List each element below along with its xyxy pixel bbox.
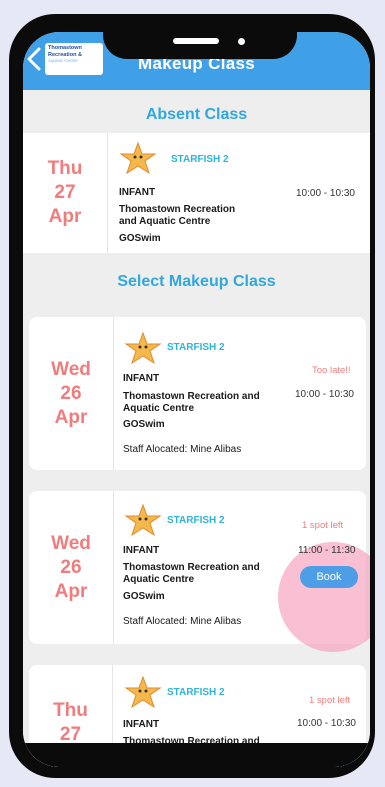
content-area: Absent Class Thu 27 Apr STARFISH 2 INFAN… bbox=[23, 90, 370, 767]
starfish-icon bbox=[124, 331, 162, 365]
makeup-provider: GOSwim bbox=[123, 591, 165, 602]
makeup-venue-line1: Thomastown Recreation and bbox=[123, 391, 260, 402]
absent-level: STARFISH 2 bbox=[171, 154, 229, 165]
makeup-staff: Staff Alocated: Mine Alibas bbox=[123, 616, 242, 627]
absent-time: 10:00 - 10:30 bbox=[296, 188, 355, 199]
absent-month: Apr bbox=[48, 206, 82, 227]
makeup-type: INFANT bbox=[123, 545, 160, 556]
absent-venue-line2: and Aquatic Centre bbox=[119, 216, 211, 227]
absent-provider: GOSwim bbox=[119, 233, 161, 244]
phone-notch bbox=[103, 14, 297, 59]
makeup-day: Wed bbox=[51, 532, 91, 554]
absent-date-number: 27 bbox=[54, 182, 76, 203]
makeup-provider: GOSwim bbox=[123, 419, 165, 430]
logo-line1: Thomastown bbox=[48, 45, 82, 51]
makeup-staff: Staff Alocated: Mine Alibas bbox=[123, 444, 242, 455]
starfish-icon bbox=[119, 141, 157, 175]
absent-class-card: Thu 27 Apr STARFISH 2 INFANT Thomastown … bbox=[23, 133, 370, 253]
makeup-class-heading: Select Makeup Class bbox=[117, 273, 276, 290]
makeup-date-number: 26 bbox=[60, 382, 82, 404]
makeup-month: Apr bbox=[54, 580, 88, 602]
speaker-icon bbox=[173, 38, 219, 44]
makeup-date: Wed 26 Apr bbox=[29, 491, 114, 644]
phone-frame-bottom bbox=[23, 743, 370, 767]
absent-day: Thu bbox=[47, 158, 83, 179]
makeup-level: STARFISH 2 bbox=[167, 342, 225, 353]
absent-venue-line1: Thomastown Recreation bbox=[119, 204, 236, 215]
makeup-status: Too late!! bbox=[312, 365, 351, 376]
makeup-day: Wed bbox=[51, 358, 91, 380]
makeup-type: INFANT bbox=[123, 373, 160, 384]
makeup-venue-line2: Aquatic Centre bbox=[123, 403, 195, 414]
makeup-status: 1 spot left bbox=[309, 695, 351, 706]
camera-icon bbox=[238, 38, 245, 45]
makeup-month: Apr bbox=[54, 406, 88, 428]
absent-date: Thu 27 Apr bbox=[23, 133, 108, 253]
makeup-type: INFANT bbox=[123, 719, 160, 730]
starfish-icon bbox=[124, 503, 162, 537]
app-screen: Thomastown Recreation & Aquatic Centre M… bbox=[23, 32, 370, 767]
makeup-venue-line1: Thomastown Recreation and bbox=[123, 562, 260, 573]
makeup-date: Wed 26 Apr bbox=[29, 317, 114, 470]
makeup-level: STARFISH 2 bbox=[167, 515, 225, 526]
makeup-time: 11:00 - 11:30 bbox=[298, 545, 356, 556]
makeup-time: 10:00 - 10:30 bbox=[297, 718, 356, 729]
makeup-class-card[interactable]: Wed 26 Apr STARFISH 2 INFANT Thomastown … bbox=[29, 317, 366, 470]
starfish-icon bbox=[124, 675, 162, 709]
makeup-venue-line2: Aquatic Centre bbox=[123, 574, 195, 585]
makeup-date-number: 26 bbox=[60, 556, 82, 578]
book-button[interactable]: Book bbox=[300, 566, 358, 588]
makeup-day: Thu bbox=[53, 700, 88, 721]
makeup-status: 1 spot left bbox=[302, 520, 344, 531]
absent-class-heading: Absent Class bbox=[145, 106, 248, 123]
makeup-time: 10:00 - 10:30 bbox=[295, 389, 354, 400]
makeup-level: STARFISH 2 bbox=[167, 687, 225, 698]
absent-type: INFANT bbox=[119, 187, 156, 198]
